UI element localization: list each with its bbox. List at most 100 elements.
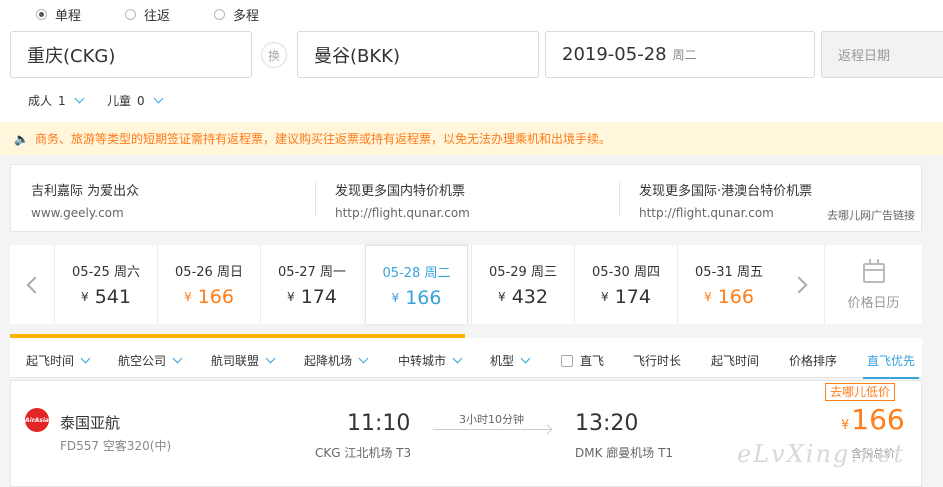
to-city-field[interactable]: 曼谷(BKK) bbox=[297, 31, 539, 78]
trip-type-oneway[interactable]: 单程 bbox=[36, 5, 81, 24]
sort-direct-first[interactable]: 直飞优先 bbox=[862, 352, 920, 379]
adults-label: 成人 bbox=[28, 94, 53, 108]
chevron-down-icon[interactable] bbox=[452, 353, 463, 364]
date-label: 05-29 周三 bbox=[489, 265, 557, 280]
return-date-field[interactable]: 返程日期 bbox=[821, 31, 943, 78]
date-cell[interactable]: 05-30 周四 ¥174 bbox=[574, 245, 677, 324]
chevron-down-icon[interactable] bbox=[80, 353, 91, 364]
ad-disclosure-link[interactable]: 去哪儿网广告链接 bbox=[827, 207, 915, 223]
filter-airline[interactable]: 航空公司 bbox=[118, 352, 183, 369]
trip-type-multicity[interactable]: 多程 bbox=[214, 5, 259, 24]
watermark: eLvXing.net bbox=[737, 440, 906, 468]
date-price: ¥174 bbox=[575, 286, 677, 308]
filter-label: 机型 bbox=[490, 354, 515, 368]
filter-label: 中转城市 bbox=[398, 354, 447, 368]
arrival-time: 13:20 bbox=[575, 411, 639, 436]
direct-checkbox[interactable] bbox=[561, 354, 573, 367]
chevron-down-icon[interactable] bbox=[153, 93, 164, 104]
chevron-right-icon[interactable] bbox=[790, 276, 808, 293]
date-price: ¥541 bbox=[55, 286, 157, 308]
swap-label: 换 bbox=[267, 48, 280, 63]
return-date-placeholder: 返程日期 bbox=[838, 49, 891, 64]
date-label: 05-28 周二 bbox=[382, 266, 451, 281]
date-price: ¥174 bbox=[261, 286, 363, 308]
date-price: ¥166 bbox=[678, 286, 780, 308]
prev-dates-button[interactable] bbox=[10, 245, 54, 324]
radio-icon[interactable] bbox=[125, 9, 137, 20]
radio-icon[interactable] bbox=[36, 9, 47, 20]
adults-selector[interactable]: 成人 1 bbox=[28, 92, 85, 109]
date-price: ¥432 bbox=[472, 286, 574, 308]
sort-price[interactable]: 价格排序 bbox=[789, 352, 837, 369]
ad-url[interactable]: www.geely.com bbox=[31, 206, 139, 220]
price-value: 166 bbox=[197, 286, 234, 308]
flight-duration: 3小时10分钟 bbox=[459, 413, 524, 426]
price-value: 166 bbox=[405, 287, 442, 309]
departure-airport: CKG 江北机场 T3 bbox=[315, 446, 412, 460]
children-selector[interactable]: 儿童 0 bbox=[107, 92, 164, 109]
currency-symbol: ¥ bbox=[704, 290, 712, 304]
filter-label: 起飞时间 bbox=[26, 354, 75, 368]
chevron-down-icon[interactable] bbox=[520, 353, 531, 364]
depart-date-field[interactable]: 2019-05-28 周二 bbox=[545, 31, 815, 78]
price-value: 541 bbox=[94, 286, 131, 308]
price-calendar-label: 价格日历 bbox=[847, 296, 900, 311]
date-cell[interactable]: 05-31 周五 ¥166 bbox=[677, 245, 780, 324]
ad-title[interactable]: 发现更多国际·港澳台特价机票 bbox=[639, 180, 812, 199]
departure-time: 11:10 bbox=[347, 411, 411, 436]
chevron-down-icon[interactable] bbox=[265, 353, 276, 364]
divider bbox=[315, 181, 316, 217]
depart-weekday: 周二 bbox=[672, 48, 697, 62]
filter-depart-time[interactable]: 起飞时间 bbox=[26, 352, 91, 369]
ad-item[interactable]: 发现更多国际·港澳台特价机票 http://flight.qunar.com bbox=[639, 180, 812, 220]
date-label: 05-26 周日 bbox=[175, 265, 243, 280]
from-city-field[interactable]: 重庆(CKG) bbox=[10, 31, 252, 78]
filter-airports[interactable]: 起降机场 bbox=[304, 352, 369, 369]
sort-label: 直飞优先 bbox=[867, 354, 916, 368]
children-count: 0 bbox=[137, 93, 145, 108]
trip-type-label: 往返 bbox=[144, 9, 171, 24]
filter-label: 直飞 bbox=[580, 354, 605, 368]
ad-url[interactable]: http://flight.qunar.com bbox=[639, 206, 812, 220]
filter-label: 航司联盟 bbox=[211, 354, 260, 368]
chevron-down-icon[interactable] bbox=[74, 93, 85, 104]
chevron-down-icon[interactable] bbox=[172, 353, 183, 364]
date-label: 05-27 周一 bbox=[278, 265, 346, 280]
duration-arrow bbox=[433, 429, 551, 430]
date-cell[interactable]: 05-26 周日 ¥166 bbox=[157, 245, 260, 324]
chevron-left-icon[interactable] bbox=[26, 276, 44, 293]
filter-label: 航空公司 bbox=[118, 354, 167, 368]
filter-aircraft[interactable]: 机型 bbox=[490, 352, 531, 369]
date-label: 05-25 周六 bbox=[72, 265, 140, 280]
ad-url[interactable]: http://flight.qunar.com bbox=[335, 206, 470, 220]
filter-transfer-city[interactable]: 中转城市 bbox=[398, 352, 463, 369]
flight-row[interactable]: AirAsia 泰国亚航 FD557 空客320(中) 11:10 CKG 江北… bbox=[10, 380, 922, 487]
ad-title[interactable]: 吉利嘉际 为爱出众 bbox=[31, 180, 139, 199]
date-cell[interactable]: 05-27 周一 ¥174 bbox=[260, 245, 363, 324]
date-label: 05-30 周四 bbox=[592, 265, 660, 280]
sort-duration[interactable]: 飞行时长 bbox=[633, 352, 681, 369]
filter-bar: 起飞时间 航空公司 航司联盟 起降机场 中转城市 机型 直飞 飞行时长 起飞时间… bbox=[10, 338, 922, 379]
filter-alliance[interactable]: 航司联盟 bbox=[211, 352, 276, 369]
swap-cities-button[interactable]: 换 bbox=[261, 42, 287, 68]
price-calendar-button[interactable]: 价格日历 bbox=[824, 245, 922, 324]
next-dates-button[interactable] bbox=[780, 245, 824, 324]
visa-notice: 🔈 商务、旅游等类型的短期签证需持有返程票，建议购买往返票或持有返程票，以免无法… bbox=[0, 122, 943, 155]
sort-depart-time[interactable]: 起飞时间 bbox=[711, 352, 759, 369]
filter-direct-only[interactable]: 直飞 bbox=[561, 352, 604, 369]
children-label: 儿童 bbox=[107, 94, 132, 108]
date-cell[interactable]: 05-29 周三 ¥432 bbox=[471, 245, 574, 324]
ad-item[interactable]: 吉利嘉际 为爱出众 www.geely.com bbox=[31, 180, 139, 220]
sort-label: 起飞时间 bbox=[711, 354, 760, 368]
chevron-down-icon[interactable] bbox=[358, 353, 369, 364]
date-cell[interactable]: 05-25 周六 ¥541 bbox=[54, 245, 157, 324]
ad-title[interactable]: 发现更多国内特价机票 bbox=[335, 180, 470, 199]
trip-type-label: 单程 bbox=[55, 9, 82, 24]
ad-item[interactable]: 发现更多国内特价机票 http://flight.qunar.com bbox=[335, 180, 470, 220]
search-panel: 单程 往返 多程 重庆(CKG) 换 曼谷(BKK) 2019-05-28 周二… bbox=[0, 0, 943, 122]
trip-type-roundtrip[interactable]: 往返 bbox=[125, 5, 170, 24]
radio-icon[interactable] bbox=[214, 9, 226, 20]
date-cell-selected[interactable]: 05-28 周二 ¥166 bbox=[365, 245, 468, 324]
speaker-icon: 🔈 bbox=[14, 131, 29, 146]
price-value: 166 bbox=[851, 403, 905, 436]
